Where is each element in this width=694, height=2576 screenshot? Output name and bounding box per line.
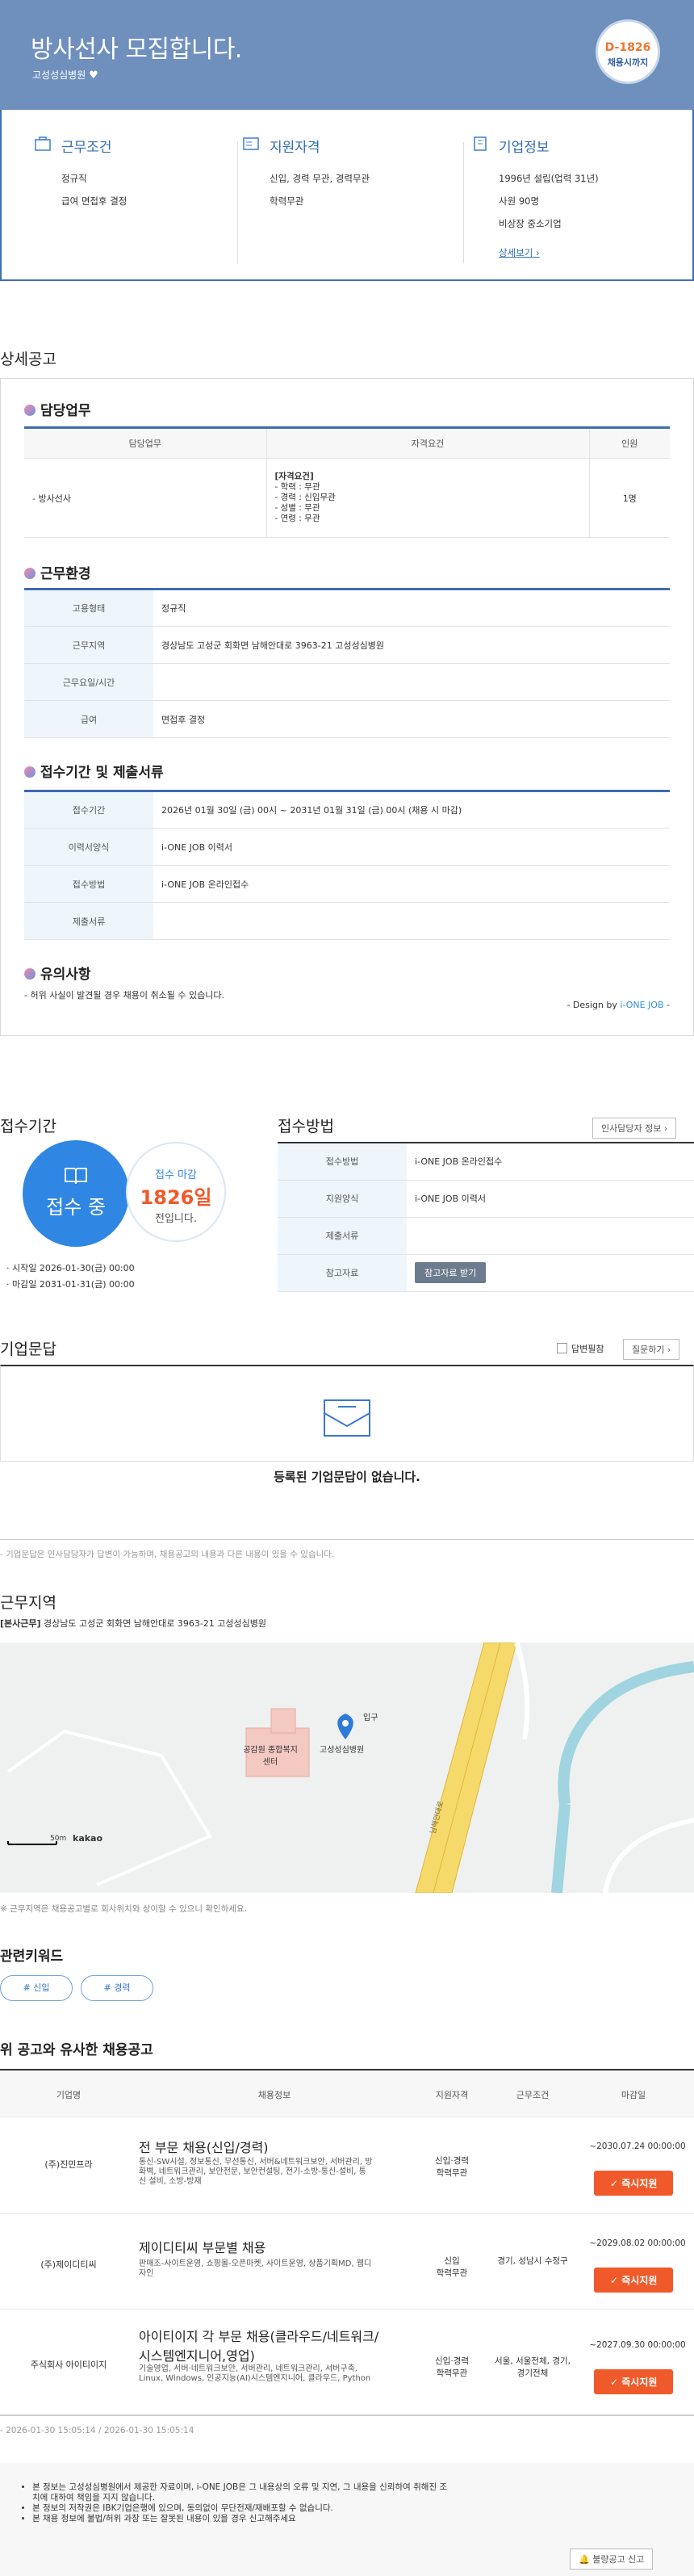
job-company[interactable]: (주)제이디티씨: [0, 2258, 137, 2271]
design-credit: - Design by i-ONE JOB -: [566, 1000, 670, 1010]
job-header: 방사선사 모집합니다. 고성성심병원 ♥ D-1826 채용시까지: [0, 0, 694, 111]
answer-filter[interactable]: 답변필참: [557, 1342, 604, 1355]
qna-title: 기업문답: [0, 1340, 56, 1358]
bullet-icon: [24, 968, 36, 980]
kakao-logo: kakao: [73, 1833, 103, 1844]
company-detail-link[interactable]: 상세보기 ›: [499, 246, 689, 259]
contact-button[interactable]: 인사담당자 정보 ›: [592, 1118, 677, 1139]
start-date: · 시작일 2026-01-30(금) 00:00: [6, 1263, 135, 1273]
job-company[interactable]: (주)진민프라: [0, 2158, 137, 2171]
similar-title: 위 공고와 유사한 채용공고: [0, 2042, 153, 2058]
bullet-icon: [24, 405, 36, 416]
job-title[interactable]: 아이티이지 각 부문 채용(클라우드/네트워크/시스템엔지니어,영업): [139, 2326, 381, 2364]
job-row[interactable]: (주)진민프라 전 부문 채용(신입/경력) 통신-SW시설, 정보통신, 무선…: [0, 2117, 694, 2214]
briefcase-icon: [35, 136, 51, 151]
id-card-icon: [243, 137, 259, 150]
job-qual: 신입·경력 학력무관: [435, 2156, 469, 2178]
bullet-icon: [24, 568, 36, 579]
checkbox[interactable]: [557, 1343, 567, 1353]
page-title: 방사선사 모집합니다.: [31, 36, 242, 64]
map-label-hospital: 고성성심병원: [320, 1746, 365, 1755]
posted-dates: - 2026-01-30 15:05:14 / 2026-01-30 15:05…: [0, 2426, 194, 2435]
keyword-tag[interactable]: # 경력: [81, 1975, 153, 2001]
company-name[interactable]: 고성성심병원 ♥: [32, 68, 98, 82]
map[interactable]: 고성성심병원 공감원 종합복지센터 입구 남해안대로 50m kakao: [0, 1643, 694, 1893]
location-title: 근무지역: [0, 1594, 56, 1612]
divider: [237, 142, 238, 263]
dday-badge: D-1826 채용시까지: [596, 19, 660, 84]
env-heading: 근무환경: [24, 562, 91, 582]
keyword-tag[interactable]: # 신입: [0, 1975, 73, 2001]
work-condition: 근무조건 정규직 급여 면접후 결정: [34, 136, 252, 208]
deadline-circle: 접수 마감 1826일 전입니다.: [126, 1142, 226, 1242]
env-table: 고용형태 정규직 근무지역 경상남도 고성군 회화면 남해안대로 3963-21 고…: [24, 588, 670, 738]
download-reference-button[interactable]: 참고자료 받기: [415, 1262, 487, 1283]
apply-now-button[interactable]: ✓ 즉시지원: [594, 2369, 674, 2394]
envelope-icon: [324, 1397, 370, 1440]
job-deadline: ~2030.07.24 00:00:00: [589, 2142, 686, 2151]
divider: [463, 142, 464, 263]
job-title[interactable]: 전 부문 채용(신입/경력): [139, 2137, 373, 2156]
job-qual: 신입·경력 학력무관: [435, 2356, 469, 2378]
end-date: · 마감일 2031-01-31(금) 00:00: [6, 1279, 135, 1290]
period-title: 접수기간: [0, 1118, 56, 1135]
job-company[interactable]: 주식회사 아이티이지: [0, 2358, 137, 2371]
qna-empty-text: 등록된 기업문답이 없습니다.: [274, 1470, 420, 1484]
bell-icon: 🔔: [579, 2554, 590, 2565]
detail-title: 상세공고: [0, 350, 56, 368]
qna-note: - 기업문답은 인사담당자가 답변이 가능하며, 채용공고의 내용과 다른 내용…: [0, 1539, 694, 1560]
map-label-gate: 입구: [363, 1714, 378, 1722]
map-label-center: 공감원 종합복지센터: [243, 1746, 298, 1767]
qualification: 지원자격 신입, 경력 무관, 경력무관 학력무관: [242, 136, 460, 208]
apply-now-button[interactable]: ✓ 즉시지원: [594, 2171, 674, 2196]
job-deadline: ~2027.09.30 00:00:00: [589, 2340, 686, 2350]
notice-text: - 허위 사실이 발견될 경우 채용이 취소될 수 있습니다.: [24, 990, 224, 1001]
similar-header: 기업명 채용정보 지원자격 근무조건 마감일: [0, 2069, 694, 2117]
keywords-title: 관련키워드: [0, 1949, 64, 1965]
footer-notice: 본 정보는 고성성심병원에서 제공한 자료이며, i-ONE JOB은 그 내용…: [0, 2463, 694, 2576]
report-button[interactable]: 🔔 불량공고 신고: [570, 2549, 654, 2570]
job-title[interactable]: 제이디티씨 부문별 채용: [139, 2237, 373, 2256]
job-desc: 통신-SW시설, 정보통신, 무선통신, 서버&네트워크보안, 서버관리, 방화…: [139, 2158, 373, 2186]
job-cond: 서울, 서울전체, 경기, 경기전체: [495, 2356, 571, 2378]
qna-empty-box: [0, 1365, 694, 1462]
location-address: [본사근무] 경상남도 고성군 회화면 남해안대로 3963-21 고성성심병원: [0, 1618, 267, 1629]
duty-heading: 담당업무: [24, 399, 91, 419]
job-desc: 판매조-사이트운영, 쇼핑몰-오픈마켓, 사이트운영, 상품기획MD, 웹디자인: [139, 2259, 372, 2278]
ask-button[interactable]: 질문하기 ›: [623, 1339, 680, 1360]
map-canvas[interactable]: [0, 1643, 694, 1893]
job-row[interactable]: (주)제이디티씨 제이디티씨 부문별 채용 판매조-사이트운영, 쇼핑몰-오픈마…: [0, 2214, 694, 2310]
apply-heading: 접수기간 및 제출서류: [24, 761, 164, 781]
heart-icon[interactable]: ♥: [89, 69, 98, 82]
status-circle: 접수 중: [23, 1140, 129, 1247]
apply-now-button[interactable]: ✓ 즉시지원: [594, 2268, 674, 2293]
bullet-icon: [24, 766, 36, 778]
method-title: 접수방법: [278, 1118, 334, 1135]
company-info: 기업정보 1996년 설립(업력 31년) 사원 90명 비상장 중소기업 상세…: [471, 136, 689, 259]
book-icon: [23, 1166, 129, 1191]
job-cond: 경기, 성남시 수정구: [497, 2256, 568, 2266]
apply-table: 접수기간 2026년 01월 30일 (금) 00시 ~ 2031년 01월 31…: [24, 790, 670, 940]
job-desc: 기술영업, 서버·네트워크보안, 서버관리, 네트워크관리, 서버구축, Lin…: [139, 2364, 371, 2383]
location-note: ※ 근무지역은 채용공고별로 회사위치와 상이할 수 있으니 확인하세요.: [0, 1904, 247, 1914]
method-table: 접수방법 i-ONE JOB 온라인접수 지원양식 i-ONE JOB 이력서 제출…: [278, 1142, 694, 1292]
job-row[interactable]: 주식회사 아이티이지 아이티이지 각 부문 채용(클라우드/네트워크/시스템엔지…: [0, 2310, 694, 2416]
map-scale: 50m: [50, 1835, 67, 1843]
notice-heading: 유의사항: [24, 963, 91, 983]
job-qual: 신입 학력무관: [436, 2256, 468, 2278]
summary-box: 근무조건 정규직 급여 면접후 결정 지원자격 신입, 경력 무관, 경력무관 …: [0, 110, 694, 281]
duty-table: 담당업무 자격요건 인원 - 방사선사 [자격요건] - 학력 : 무관 - 경…: [24, 426, 670, 538]
building-icon: [474, 136, 487, 151]
job-deadline: ~2029.08.02 00:00:00: [589, 2238, 686, 2248]
